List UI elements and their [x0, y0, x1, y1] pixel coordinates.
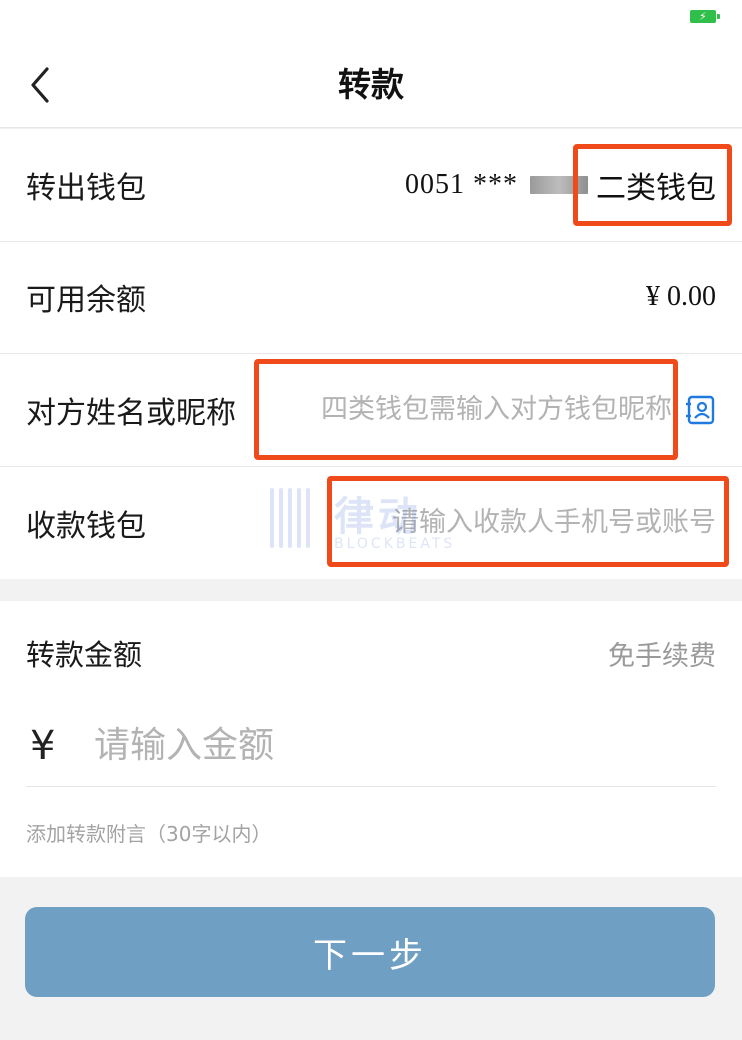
transfer-info-card: 转出钱包 0051 *** 二类钱包 可用余额 ¥ 0.00 对方姓名或昵称 四… — [0, 129, 742, 579]
balance-value: ¥ 0.00 — [646, 281, 716, 313]
wallet-number: 0051 *** — [405, 168, 518, 200]
receive-account-input[interactable] — [336, 507, 716, 539]
next-step-button[interactable]: 下一步 — [25, 907, 715, 997]
nickname-input[interactable] — [282, 394, 672, 426]
currency-symbol: ¥ — [30, 722, 56, 769]
nav-bar: 转款 — [0, 42, 742, 128]
nickname-row: 对方姓名或昵称 — [0, 354, 742, 467]
amount-input[interactable] — [94, 725, 654, 766]
add-remark-link[interactable]: 添加转款附言（30字以内） — [26, 787, 716, 877]
amount-entry: ¥ — [26, 705, 716, 787]
fee-note: 免手续费 — [608, 640, 716, 672]
page-title: 转款 — [338, 65, 404, 104]
balance-label: 可用余额 — [26, 283, 146, 319]
amount-card: 转款金额 免手续费 ¥ 添加转款附言（30字以内） — [0, 601, 742, 877]
from-wallet-row[interactable]: 转出钱包 0051 *** 二类钱包 — [0, 129, 742, 242]
amount-header: 转款金额 免手续费 — [26, 601, 716, 705]
status-bar: ⚡ — [0, 0, 742, 42]
wallet-type: 二类钱包 — [596, 170, 716, 206]
contact-card-icon — [686, 395, 715, 424]
contacts-button[interactable] — [686, 395, 716, 425]
receive-wallet-row: 收款钱包 — [0, 467, 742, 580]
balance-row: 可用余额 ¥ 0.00 — [0, 242, 742, 354]
battery-charging-icon: ⚡ — [690, 10, 720, 23]
amount-label: 转款金额 — [26, 638, 143, 672]
masked-digits — [530, 175, 588, 194]
nickname-label: 对方姓名或昵称 — [26, 395, 236, 431]
receive-wallet-label: 收款钱包 — [26, 508, 146, 544]
from-wallet-label: 转出钱包 — [26, 170, 146, 206]
